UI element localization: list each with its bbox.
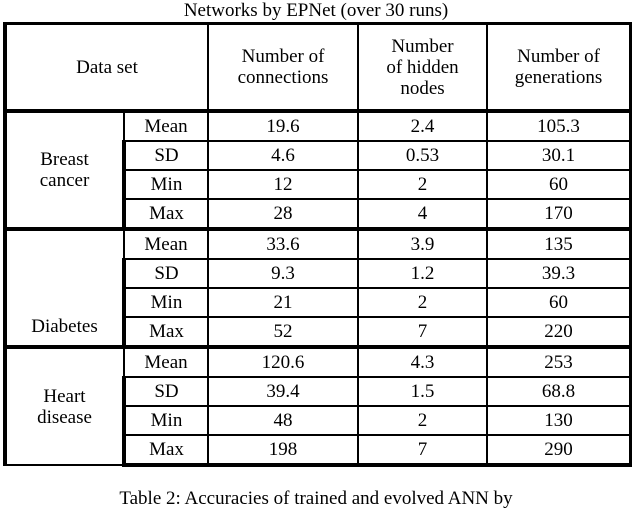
value-connections: 48 (207, 405, 360, 436)
value-hidden-nodes: 3.9 (357, 227, 489, 260)
value-connections: 19.6 (207, 109, 360, 142)
value-generations: 130 (486, 405, 632, 436)
column-header-generations: Number of generations (486, 22, 632, 112)
value-generations: 170 (486, 198, 632, 230)
column-header-connections: Number of connections (207, 22, 360, 112)
value-hidden-nodes: 2 (357, 405, 489, 436)
stats-table: Data set Number of connections Number of… (2, 22, 632, 467)
value-generations: 39.3 (486, 258, 632, 289)
value-generations: 68.8 (486, 376, 632, 407)
value-hidden-nodes: 7 (357, 316, 489, 348)
value-generations: 253 (486, 345, 632, 378)
dataset-label-0: Breast cancer (3, 109, 125, 230)
value-connections: 39.4 (207, 376, 360, 407)
value-hidden-nodes: 2.4 (357, 109, 489, 142)
value-hidden-nodes: 7 (357, 434, 489, 467)
table-row: Breast cancer Mean 19.6 2.4 105.3 (3, 109, 632, 230)
stat-label: SD (121, 376, 210, 407)
value-generations: 60 (486, 169, 632, 200)
value-hidden-nodes: 1.5 (357, 376, 489, 407)
column-header-connections-line2: connections (237, 67, 329, 88)
value-connections: 12 (207, 169, 360, 200)
value-connections: 4.6 (207, 140, 360, 171)
value-generations: 290 (486, 434, 632, 467)
table-row: Heart disease Mean 120.6 4.3 253 (3, 345, 632, 466)
column-header-generations-line1: Number of (517, 46, 600, 67)
value-connections: 198 (207, 434, 360, 467)
table-figure-page: Networks by EPNet (over 30 runs) Data se… (0, 0, 632, 510)
stat-label: Mean (122, 227, 210, 260)
stat-label: Min (121, 405, 210, 436)
column-header-data-set: Data set (2, 22, 210, 112)
value-hidden-nodes: 0.53 (357, 140, 489, 171)
column-header-hidden-nodes-line1: Number (391, 35, 454, 57)
dataset-label-2-line2: disease (37, 406, 92, 428)
value-connections: 9.3 (207, 258, 360, 289)
table-header-row: Data set Number of connections Number of… (2, 22, 632, 112)
stats-table-container: Data set Number of connections Number of… (2, 22, 632, 467)
value-generations: 60 (486, 287, 632, 318)
stat-label: Max (121, 198, 210, 230)
table-row: Diabetes Mean 33.6 3.9 135 (3, 227, 632, 348)
value-generations: 220 (486, 316, 632, 348)
dataset-label-2-line1: Heart (43, 385, 86, 407)
value-connections: 52 (207, 316, 360, 348)
stat-label: Max (121, 434, 210, 467)
value-hidden-nodes: 4 (357, 198, 489, 230)
value-generations: 30.1 (486, 140, 632, 171)
column-header-hidden-nodes-line3: nodes (400, 77, 445, 99)
stat-label: Mean (122, 345, 210, 378)
stat-label: Mean (122, 109, 210, 142)
table-caption: Table 2: Accuracies of trained and evolv… (119, 488, 513, 509)
value-generations: 105.3 (486, 109, 632, 142)
dataset-label-1-line1: Diabetes (31, 316, 98, 337)
stat-label: Max (121, 316, 210, 348)
value-connections: 28 (207, 198, 360, 230)
value-connections: 120.6 (207, 345, 360, 378)
value-hidden-nodes: 2 (357, 169, 489, 200)
column-header-generations-line2: generations (514, 67, 603, 88)
stat-label: Min (121, 287, 210, 318)
value-generations: 135 (486, 227, 632, 260)
column-header-connections-line1: Number of (241, 46, 325, 67)
dataset-label-0-line1: Breast (40, 149, 89, 170)
value-hidden-nodes: 2 (357, 287, 489, 318)
column-header-hidden-nodes: Number of hidden nodes (357, 22, 489, 112)
stat-label: SD (121, 140, 210, 171)
value-connections: 21 (207, 287, 360, 318)
dataset-label-1: Diabetes (3, 227, 125, 348)
dataset-label-2: Heart disease (3, 345, 125, 466)
stat-label: SD (121, 258, 210, 289)
value-hidden-nodes: 4.3 (357, 345, 489, 378)
column-header-hidden-nodes-line2: of hidden (386, 56, 459, 78)
value-hidden-nodes: 1.2 (357, 258, 489, 289)
value-connections: 33.6 (207, 227, 360, 260)
stat-label: Min (121, 169, 210, 200)
dataset-label-0-line2: cancer (39, 170, 90, 191)
table-title: Networks by EPNet (over 30 runs) (183, 0, 449, 21)
